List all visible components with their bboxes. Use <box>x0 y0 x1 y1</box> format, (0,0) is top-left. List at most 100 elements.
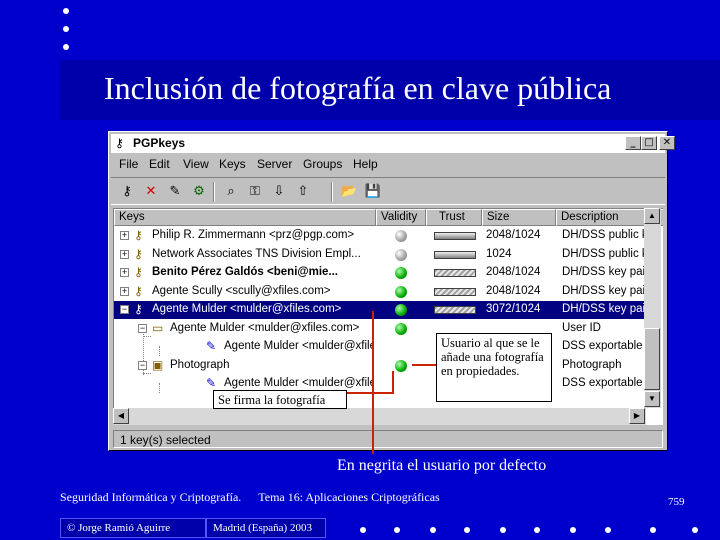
photo-icon: ▣ <box>152 357 164 372</box>
search-icon[interactable]: ⌕ <box>221 183 241 201</box>
key-row[interactable]: − ⚷ Agente Mulder <mulder@xfiles.com> 3072/… <box>114 301 649 319</box>
key-description: DH/DSS public key <box>562 229 646 241</box>
footer-topic: Tema 16: Aplicaciones Criptográficas <box>258 490 440 504</box>
callout-line <box>372 311 374 454</box>
footer-author: © Jorge Ramió Aguirre <box>60 518 206 538</box>
callout-user-photo: Usuario al que se le añade una fotografí… <box>436 333 552 402</box>
import-icon[interactable]: ⇩ <box>269 183 289 201</box>
collapse-toggle[interactable]: − <box>138 360 147 370</box>
decor-bullet <box>534 527 540 533</box>
page-number: 759 <box>668 496 685 508</box>
key-row[interactable]: + ⚷ Agente Scully <scully@xfiles.com> 2048/… <box>114 283 649 301</box>
scroll-left-button[interactable]: ◀ <box>113 408 129 424</box>
status-bar: 1 key(s) selected <box>113 430 663 448</box>
folder-open-icon[interactable]: 📂 <box>339 183 359 201</box>
footer-course: Seguridad Informática y Criptografía. Te… <box>60 490 440 505</box>
decor-bullet <box>500 527 506 533</box>
key-size: 2048/1024 <box>486 229 541 241</box>
validity-indicator <box>395 359 407 372</box>
validity-indicator <box>395 267 407 279</box>
vertical-scrollbar[interactable]: ▲ ▼ <box>644 208 661 408</box>
menu-server[interactable]: Server <box>257 157 292 171</box>
key-description: DH/DSS key pair <box>562 303 646 315</box>
expand-toggle[interactable]: + <box>120 249 129 259</box>
decor-bullet <box>63 26 69 32</box>
decor-bullet <box>63 44 69 50</box>
key-name: Network Associates TNS Division Empl... <box>152 247 361 260</box>
menu-file[interactable]: File <box>119 157 138 171</box>
key-row[interactable]: − ▣ Photograph Photograph <box>114 357 649 375</box>
trust-bar <box>434 269 476 277</box>
key-row[interactable]: ✎ Agente Mulder <mulder@xfiles.c... DSS ex… <box>114 375 649 393</box>
collapse-toggle[interactable]: − <box>138 323 147 333</box>
delete-icon[interactable]: ✕ <box>141 183 161 201</box>
key-row[interactable]: + ⚷ Network Associates TNS Division Empl..… <box>114 246 649 264</box>
validity-indicator <box>395 230 407 242</box>
column-header-validity[interactable]: Validity <box>376 209 426 226</box>
key-name: Photograph <box>170 358 230 371</box>
horizontal-scrollbar[interactable]: ◀ ▶ <box>113 408 646 425</box>
scroll-thumb[interactable] <box>644 328 660 390</box>
decor-bullet <box>650 527 656 533</box>
toolbar-separator <box>213 182 215 202</box>
expand-toggle[interactable]: + <box>120 231 129 240</box>
key-size: 3072/1024 <box>486 303 541 315</box>
certificate-icon[interactable]: ⚙ <box>189 183 209 201</box>
column-header-trust[interactable]: Trust <box>426 209 482 226</box>
signature-icon: ✎ <box>206 376 217 390</box>
validity-indicator <box>395 285 407 298</box>
callout-line <box>392 371 394 394</box>
scroll-right-button[interactable]: ▶ <box>629 408 645 424</box>
key-description: Photograph <box>562 358 622 371</box>
expand-toggle[interactable]: + <box>120 268 129 277</box>
decor-bullet <box>360 527 366 533</box>
userid-icon: ▭ <box>152 320 164 335</box>
menu-help[interactable]: Help <box>353 157 378 171</box>
keys-icon[interactable]: ⚷ <box>117 183 137 201</box>
slide-caption: En negrita el usuario por defecto <box>337 457 547 474</box>
minimize-button[interactable]: _ <box>625 136 641 150</box>
menu-view[interactable]: View <box>183 157 209 171</box>
key-description: User ID <box>562 321 601 334</box>
key-name: Agente Mulder <mulder@xfiles.com> <box>152 303 342 315</box>
collapse-toggle[interactable]: − <box>120 305 129 314</box>
slide-title: Inclusión de fotografía en clave pública <box>104 70 612 106</box>
decor-bullet <box>570 527 576 533</box>
window-titlebar[interactable]: ⚷ PGPkeys _ □ ✕ <box>111 134 675 153</box>
key-description: DSS exportable si... <box>562 377 646 389</box>
pgp-key-icon: ⚷ <box>115 136 124 150</box>
key-name: Agente Mulder <mulder@xfiles.com> <box>170 321 360 334</box>
callout-line <box>345 392 393 394</box>
save-icon[interactable]: 💾 <box>363 183 383 201</box>
key-properties-icon[interactable]: ⚿ <box>245 183 265 201</box>
scroll-down-button[interactable]: ▼ <box>644 391 660 407</box>
key-row[interactable]: − ▭ Agente Mulder <mulder@xfiles.com> User … <box>114 320 649 338</box>
menu-keys[interactable]: Keys <box>219 157 246 171</box>
key-row[interactable]: + ⚷ Philip R. Zimmermann <prz@pgp.com> 2048… <box>114 227 649 245</box>
key-row[interactable]: ✎ Agente Mulder <mulder@xfiles.c... DSS ex… <box>114 338 649 356</box>
signature-icon: ✎ <box>206 339 217 353</box>
trust-bar <box>434 250 476 259</box>
keypair-icon: ⚷ <box>134 283 143 298</box>
export-icon[interactable]: ⇧ <box>293 183 313 201</box>
menu-groups[interactable]: Groups <box>303 157 342 171</box>
toolbar-separator <box>331 182 333 202</box>
key-row[interactable]: + ⚷ Benito Pérez Galdós <beni@mie... 2048/1… <box>114 264 649 282</box>
expand-toggle[interactable]: + <box>120 286 129 296</box>
window-title: PGPkeys <box>133 136 186 150</box>
decor-bullet <box>63 8 69 14</box>
key-size: 1024 <box>486 247 512 260</box>
menu-edit[interactable]: Edit <box>149 157 170 171</box>
footer-course-name: Seguridad Informática y Criptografía. <box>60 490 242 504</box>
decor-bullet <box>605 527 611 533</box>
sign-icon[interactable]: ✎ <box>165 183 185 201</box>
scroll-up-button[interactable]: ▲ <box>644 208 660 224</box>
close-button[interactable]: ✕ <box>659 136 675 150</box>
column-header-size[interactable]: Size <box>482 209 556 226</box>
column-header-keys[interactable]: Keys <box>114 209 376 226</box>
key-name: Benito Pérez Galdós <beni@mie... <box>152 266 338 278</box>
trust-bar <box>434 232 476 240</box>
validity-indicator <box>395 248 407 261</box>
decor-bullet <box>394 527 400 533</box>
maximize-button[interactable]: □ <box>641 136 657 150</box>
